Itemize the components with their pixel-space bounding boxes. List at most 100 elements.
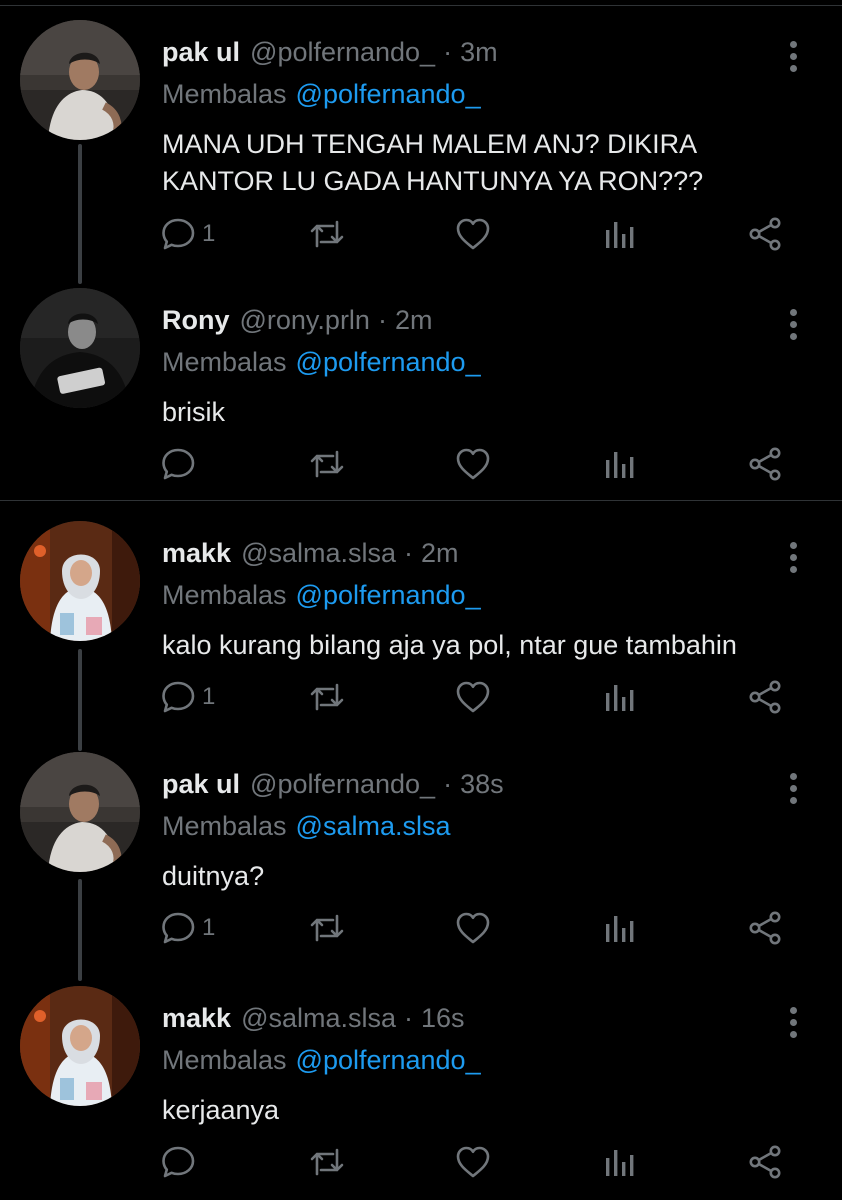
share-button[interactable] bbox=[748, 1142, 782, 1182]
share-icon bbox=[749, 680, 781, 714]
more-options-button[interactable] bbox=[778, 34, 808, 78]
like-button[interactable] bbox=[455, 677, 491, 717]
timestamp[interactable]: 2m bbox=[395, 302, 433, 338]
reply-target-link[interactable]: @polfernando_ bbox=[296, 580, 481, 610]
tweet[interactable]: pak ul @polfernando_ · 3m Membalas @polfe… bbox=[0, 20, 842, 260]
user-handle[interactable]: @salma.slsa bbox=[241, 535, 396, 571]
action-bar: 1 bbox=[0, 908, 842, 948]
retweet-button[interactable] bbox=[309, 444, 345, 484]
user-handle[interactable]: @salma.slsa bbox=[241, 1000, 396, 1036]
reply-count: 1 bbox=[202, 220, 216, 247]
retweet-button[interactable] bbox=[309, 677, 345, 717]
analytics-button[interactable] bbox=[603, 908, 637, 948]
display-name[interactable]: pak ul bbox=[162, 34, 240, 70]
share-button[interactable] bbox=[748, 214, 782, 254]
share-icon bbox=[749, 447, 781, 481]
action-bar bbox=[0, 444, 842, 484]
analytics-button[interactable] bbox=[603, 214, 637, 254]
display-name[interactable]: makk bbox=[162, 1000, 231, 1036]
retweet-icon bbox=[310, 683, 344, 711]
reply-target-link[interactable]: @polfernando_ bbox=[296, 347, 481, 377]
avatar[interactable] bbox=[20, 288, 140, 408]
more-options-button[interactable] bbox=[778, 766, 808, 810]
reply-prefix: Membalas bbox=[162, 1045, 287, 1075]
avatar[interactable] bbox=[20, 752, 140, 872]
tweet-header: Rony @rony.prln · 2m bbox=[162, 302, 432, 338]
display-name[interactable]: pak ul bbox=[162, 766, 240, 802]
retweet-button[interactable] bbox=[309, 1142, 345, 1182]
timestamp[interactable]: 3m bbox=[460, 34, 498, 70]
share-button[interactable] bbox=[748, 444, 782, 484]
reply-icon bbox=[162, 448, 195, 480]
heart-icon bbox=[456, 218, 490, 250]
reply-prefix: Membalas bbox=[162, 811, 287, 841]
reply-button[interactable]: 1 bbox=[162, 908, 215, 948]
tweet[interactable]: Rony @rony.prln · 2m Membalas @polfernand… bbox=[0, 288, 842, 498]
like-button[interactable] bbox=[455, 908, 491, 948]
more-options-button[interactable] bbox=[778, 535, 808, 579]
heart-icon bbox=[456, 1146, 490, 1178]
retweet-button[interactable] bbox=[309, 214, 345, 254]
reply-button[interactable] bbox=[162, 1142, 202, 1182]
reply-count: 1 bbox=[202, 683, 216, 710]
share-icon bbox=[749, 911, 781, 945]
tweet[interactable]: makk @salma.slsa · 2m Membalas @polfernan… bbox=[0, 521, 842, 731]
share-button[interactable] bbox=[748, 908, 782, 948]
retweet-button[interactable] bbox=[309, 908, 345, 948]
more-options-button[interactable] bbox=[778, 302, 808, 346]
bar-chart-icon bbox=[606, 222, 634, 248]
tweet-header: makk @salma.slsa · 2m bbox=[162, 535, 459, 571]
avatar[interactable] bbox=[20, 20, 140, 140]
timestamp[interactable]: 16s bbox=[421, 1000, 465, 1036]
reply-icon bbox=[162, 1146, 195, 1178]
tweet[interactable]: makk @salma.slsa · 16s Membalas @polferna… bbox=[0, 986, 842, 1196]
reply-target-link[interactable]: @polfernando_ bbox=[296, 1045, 481, 1075]
reply-context: Membalas @polfernando_ bbox=[162, 1042, 481, 1078]
tweet-text: kerjaanya bbox=[162, 1095, 280, 1125]
separator-dot: · bbox=[404, 538, 414, 568]
tweet-text: brisik bbox=[162, 397, 226, 427]
heart-icon bbox=[456, 681, 490, 713]
reply-target-link[interactable]: @salma.slsa bbox=[296, 811, 451, 841]
reply-target-link[interactable]: @polfernando_ bbox=[296, 79, 481, 109]
action-bar bbox=[0, 1142, 842, 1182]
reply-prefix: Membalas bbox=[162, 580, 287, 610]
reply-context: Membalas @polfernando_ bbox=[162, 577, 481, 613]
like-button[interactable] bbox=[455, 444, 491, 484]
analytics-button[interactable] bbox=[603, 677, 637, 717]
avatar[interactable] bbox=[20, 521, 140, 641]
reply-button[interactable]: 1 bbox=[162, 677, 215, 717]
separator-dot: · bbox=[443, 37, 453, 67]
share-button[interactable] bbox=[748, 677, 782, 717]
reply-count: 1 bbox=[202, 914, 216, 941]
user-handle[interactable]: @polfernando_ bbox=[250, 766, 435, 802]
heart-icon bbox=[456, 912, 490, 944]
heart-icon bbox=[456, 448, 490, 480]
bar-chart-icon bbox=[606, 916, 634, 942]
timestamp[interactable]: 2m bbox=[421, 535, 459, 571]
retweet-icon bbox=[310, 220, 344, 248]
analytics-button[interactable] bbox=[603, 444, 637, 484]
tweet-text: duitnya? bbox=[162, 861, 265, 891]
share-icon bbox=[749, 1145, 781, 1179]
action-bar: 1 bbox=[0, 214, 842, 254]
user-handle[interactable]: @polfernando_ bbox=[250, 34, 435, 70]
more-options-button[interactable] bbox=[778, 1000, 808, 1044]
tweet-text: kalo kurang bilang aja ya pol, ntar gue … bbox=[162, 630, 737, 660]
analytics-button[interactable] bbox=[603, 1142, 637, 1182]
avatar[interactable] bbox=[20, 986, 140, 1106]
reply-button[interactable] bbox=[162, 444, 202, 484]
tweet[interactable]: pak ul @polfernando_ · 38s Membalas @salm… bbox=[0, 752, 842, 962]
user-handle[interactable]: @rony.prln bbox=[240, 302, 370, 338]
display-name[interactable]: Rony bbox=[162, 302, 230, 338]
like-button[interactable] bbox=[455, 1142, 491, 1182]
avatar-photo-woman-hijab-icon bbox=[20, 521, 140, 641]
tweet-text: MANA UDH TENGAH MALEM ANJ? DIKIRA KANTOR… bbox=[162, 129, 704, 196]
timestamp[interactable]: 38s bbox=[460, 766, 504, 802]
retweet-icon bbox=[310, 450, 344, 478]
reply-button[interactable]: 1 bbox=[162, 214, 215, 254]
display-name[interactable]: makk bbox=[162, 535, 231, 571]
like-button[interactable] bbox=[455, 214, 491, 254]
tweet-divider bbox=[0, 500, 842, 501]
reply-icon bbox=[162, 218, 195, 250]
